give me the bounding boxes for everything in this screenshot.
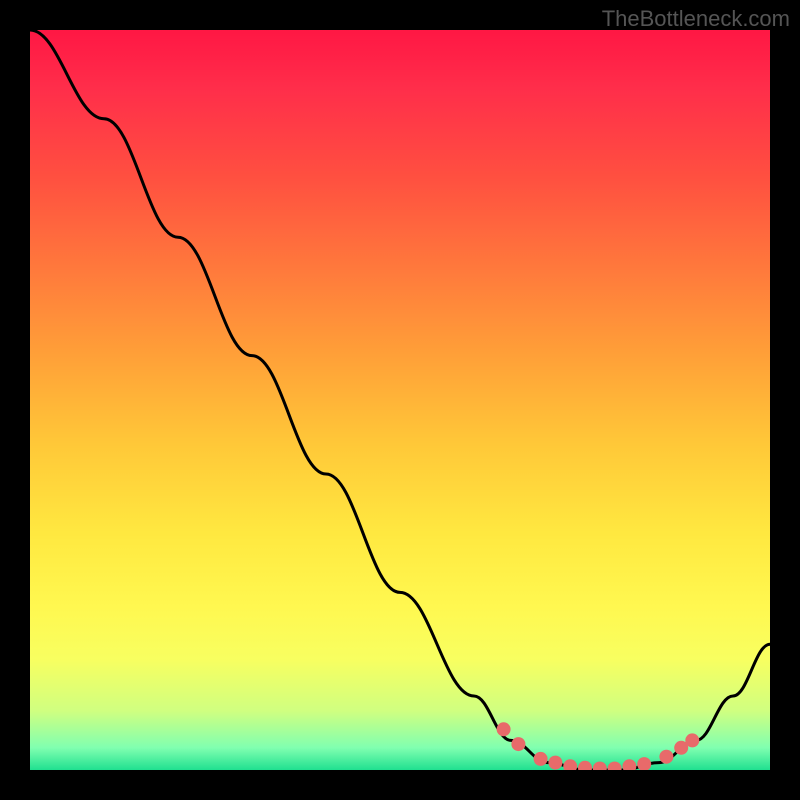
curve-marker-dot (593, 762, 607, 771)
curve-marker-dot (511, 737, 525, 751)
bottleneck-curve-line (30, 30, 770, 770)
curve-marker-dot (637, 757, 651, 770)
curve-group (30, 30, 770, 770)
curve-marker-dot (608, 762, 622, 771)
curve-marker-dot (563, 759, 577, 770)
curve-marker-dot (622, 759, 636, 770)
chart-plot-area (30, 30, 770, 770)
curve-marker-dot (534, 752, 548, 766)
curve-markers-group (497, 722, 700, 770)
curve-marker-dot (659, 750, 673, 764)
curve-marker-dot (548, 756, 562, 770)
curve-marker-dot (497, 722, 511, 736)
attribution-label: TheBottleneck.com (602, 6, 790, 32)
curve-marker-dot (578, 761, 592, 770)
curve-marker-dot (685, 733, 699, 747)
bottleneck-curve-svg (30, 30, 770, 770)
